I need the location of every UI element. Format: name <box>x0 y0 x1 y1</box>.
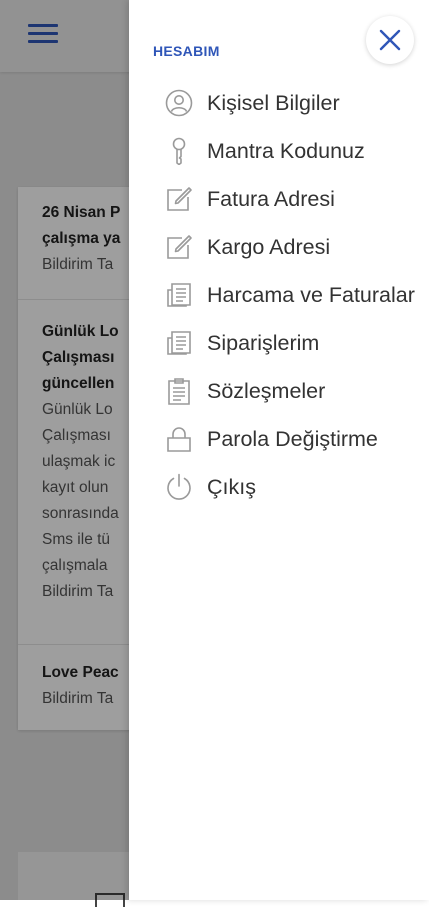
menu-item-change-password[interactable]: Parola Değiştirme <box>129 416 429 462</box>
menu-item-label: Kişisel Bilgiler <box>207 91 340 115</box>
account-drawer: HESABIM Kişisel Bilgiler Mantra Kodunuz <box>129 0 429 900</box>
menu-item-label: Siparişlerim <box>207 331 320 355</box>
menu-item-label: Kargo Adresi <box>207 235 331 259</box>
clipboard-icon <box>168 378 190 405</box>
close-icon <box>379 29 401 51</box>
edit-icon <box>167 187 192 211</box>
menu-item-billing-address[interactable]: Fatura Adresi <box>129 176 429 222</box>
edit-icon <box>167 235 192 259</box>
menu-item-label: Sözleşmeler <box>207 379 326 403</box>
menu-item-label: Harcama ve Faturalar <box>207 283 415 307</box>
receipt-icon <box>167 331 191 355</box>
menu-item-label: Parola Değiştirme <box>207 427 378 451</box>
menu-item-personal-info[interactable]: Kişisel Bilgiler <box>129 80 429 126</box>
receipt-icon <box>167 283 191 307</box>
user-icon <box>165 89 193 117</box>
menu-item-label: Fatura Adresi <box>207 187 335 211</box>
menu-item-label: Çıkış <box>207 475 256 499</box>
menu-item-logout[interactable]: Çıkış <box>129 464 429 510</box>
menu-item-contracts[interactable]: Sözleşmeler <box>129 368 429 414</box>
drawer-title: HESABIM <box>153 43 220 59</box>
power-icon <box>167 473 191 500</box>
menu-item-shipping-address[interactable]: Kargo Adresi <box>129 224 429 270</box>
lock-icon <box>167 427 191 452</box>
menu-item-label: Mantra Kodunuz <box>207 139 365 163</box>
close-button[interactable] <box>366 16 414 64</box>
menu-item-mantra-code[interactable]: Mantra Kodunuz <box>129 128 429 174</box>
menu-item-spending-invoices[interactable]: Harcama ve Faturalar <box>129 272 429 318</box>
menu-item-orders[interactable]: Siparişlerim <box>129 320 429 366</box>
key-icon <box>172 137 186 165</box>
